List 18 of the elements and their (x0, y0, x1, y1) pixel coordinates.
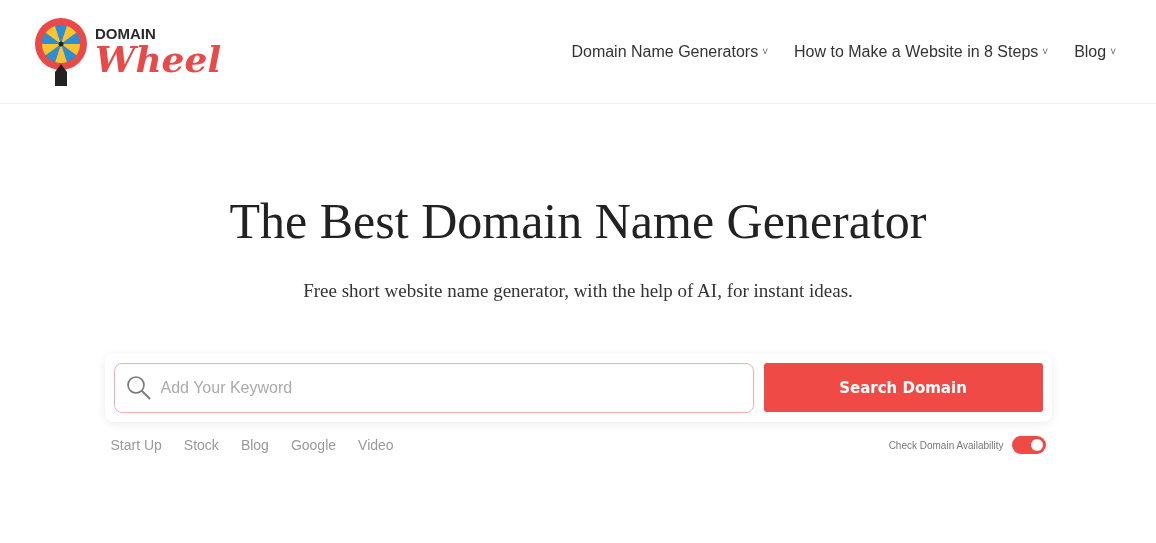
availability-label: Check Domain Availability (888, 439, 1004, 451)
keyword-suggestion[interactable]: Stock (183, 437, 219, 453)
keyword-suggestion[interactable]: Google (290, 437, 337, 453)
availability-toggle[interactable] (1011, 436, 1046, 454)
logo-script-text: Wheel (95, 41, 222, 77)
page-title: The Best Domain Name Generator (229, 192, 927, 250)
nav-link[interactable]: Domain Name Generators ˅ (571, 42, 768, 61)
nav-link[interactable]: Blog ˅ (1074, 42, 1116, 61)
keyword-suggestion[interactable]: Video (358, 437, 394, 453)
keyword-suggestion[interactable]: Blog (240, 437, 269, 453)
nav-link[interactable]: How to Make a Website in 8 Steps ˅ (794, 42, 1049, 61)
wheel-icon (33, 15, 89, 88)
search-domain-button[interactable]: Search Domain (763, 363, 1043, 412)
keyword-field[interactable]: Add Your Keyword (113, 363, 754, 413)
search-icon (125, 375, 152, 401)
logo-text: DOMAIN (95, 26, 157, 41)
subtitle: Free short website name generator, with the help of AI, for instant ideas. (303, 280, 853, 302)
keyword-suggestion[interactable]: Start Up (110, 437, 162, 453)
